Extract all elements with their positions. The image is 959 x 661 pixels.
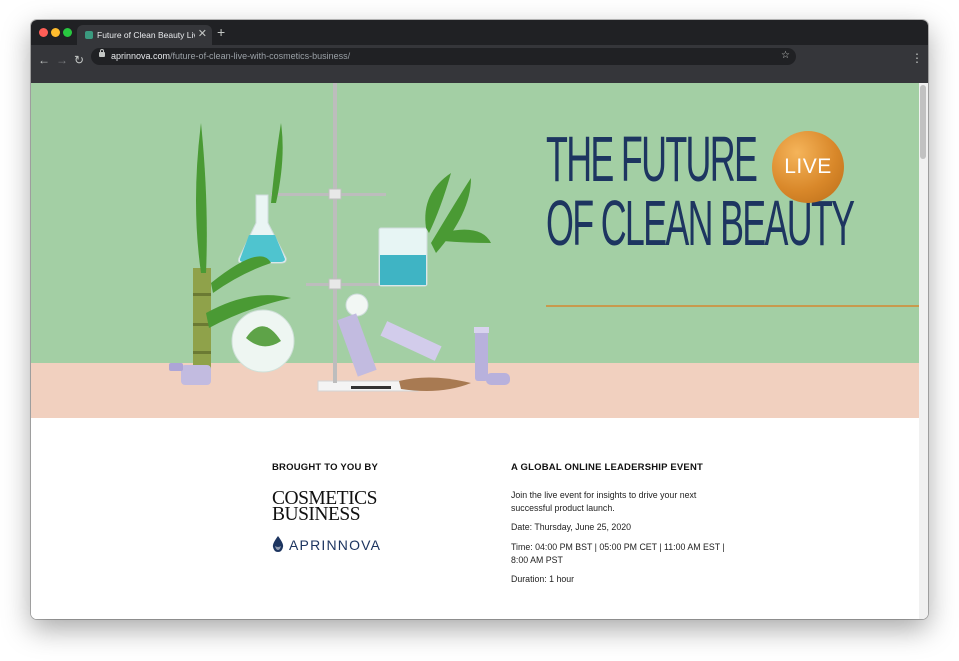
cosmetics-business-logo[interactable]: COSMETICS BUSINESS xyxy=(272,489,377,525)
plus-icon[interactable]: + xyxy=(217,25,225,39)
event-info-section: BROUGHT TO YOU BY COSMETICS BUSINESS APR… xyxy=(31,418,919,619)
event-intro: Join the live event for insights to driv… xyxy=(511,490,697,513)
drop-icon xyxy=(272,536,284,552)
sponsors-column: BROUGHT TO YOU BY COSMETICS BUSINESS APR… xyxy=(272,462,472,553)
back-arrow-icon[interactable]: ← xyxy=(38,53,50,67)
close-icon[interactable]: ✕ xyxy=(198,27,207,41)
tab-title: Future of Clean Beauty Live Wi xyxy=(97,30,195,40)
headline-line-2: OF CLEAN BEAUTY xyxy=(546,187,855,259)
event-duration: Duration: 1 hour xyxy=(511,573,736,586)
cosmetics-logo-line-2: BUSINESS xyxy=(272,504,361,525)
tab-active[interactable]: Future of Clean Beauty Live Wi ✕ xyxy=(77,25,212,45)
event-details-column: A GLOBAL ONLINE LEADERSHIP EVENT Join th… xyxy=(511,462,736,584)
hero-banner: THE FUTURE OF CLEAN BEAUTY LIVE xyxy=(31,83,919,418)
reload-icon[interactable]: ↻ xyxy=(74,53,84,67)
time-label: Time: xyxy=(511,542,533,552)
date-label: Date: xyxy=(511,522,533,532)
site-favicon-icon xyxy=(85,31,93,39)
browser-toolbar: ← → ↻ aprinnova.com/future-of-clean-live… xyxy=(31,45,928,83)
sponsors-heading: BROUGHT TO YOU BY xyxy=(272,462,378,473)
gold-divider xyxy=(546,305,919,307)
hero-headline: THE FUTURE OF CLEAN BEAUTY xyxy=(546,123,855,259)
lock-icon[interactable] xyxy=(99,49,105,57)
beaker-illustration xyxy=(378,227,428,287)
close-window-button[interactable] xyxy=(39,28,48,37)
duration-label: Duration: xyxy=(511,574,547,584)
date-value: Thursday, June 25, 2020 xyxy=(534,522,631,532)
url-text[interactable]: aprinnova.com/future-of-clean-live-with-… xyxy=(111,50,350,63)
time-value: 04:00 PM BST | 05:00 PM CET | 11:00 AM E… xyxy=(511,542,725,565)
star-icon[interactable]: ☆ xyxy=(781,49,790,63)
kebab-menu-icon[interactable]: ⋮ xyxy=(911,51,923,65)
minimize-window-button[interactable] xyxy=(51,28,60,37)
live-badge-label: LIVE xyxy=(784,155,832,178)
tab-bar: Future of Clean Beauty Live Wi ✕ + xyxy=(31,20,928,45)
event-heading: A GLOBAL ONLINE LEADERSHIP EVENT xyxy=(511,462,704,473)
browser-window: Future of Clean Beauty Live Wi ✕ + ← → ↻… xyxy=(31,20,928,619)
forward-arrow-icon[interactable]: → xyxy=(56,53,68,67)
event-date: Date: Thursday, June 25, 2020 xyxy=(511,521,736,534)
scrollbar-thumb[interactable] xyxy=(920,85,926,159)
page-viewport: THE FUTURE OF CLEAN BEAUTY LIVE BROUGHT … xyxy=(31,83,928,619)
event-time: Time: 04:00 PM BST | 05:00 PM CET | 11:0… xyxy=(511,541,736,567)
address-bar[interactable]: aprinnova.com/future-of-clean-live-with-… xyxy=(91,48,796,65)
url-host: aprinnova.com xyxy=(111,51,171,61)
aprinnova-wordmark: APRINNOVA xyxy=(289,537,382,553)
headline-line-1: THE FUTURE xyxy=(546,123,758,195)
url-path: /future-of-clean-live-with-cosmetics-bus… xyxy=(170,51,351,61)
duration-value: 1 hour xyxy=(549,574,575,584)
zoom-window-button[interactable] xyxy=(63,28,72,37)
vertical-scrollbar[interactable] xyxy=(919,83,928,619)
live-badge: LIVE xyxy=(772,131,844,203)
